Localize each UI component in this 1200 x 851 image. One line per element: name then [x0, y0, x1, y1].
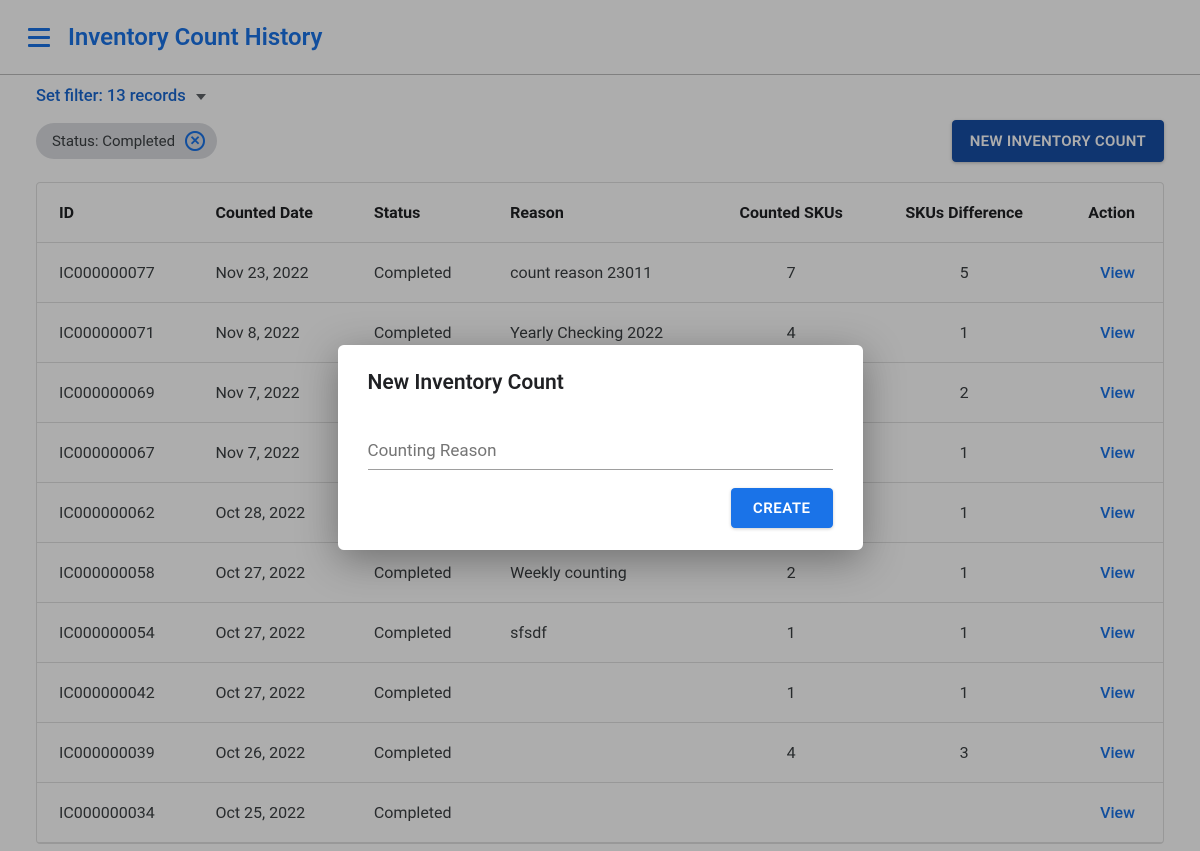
dialog-title: New Inventory Count	[368, 371, 833, 395]
modal-overlay[interactable]: New Inventory Count CREATE	[0, 0, 1200, 851]
create-button[interactable]: CREATE	[731, 488, 833, 528]
counting-reason-input[interactable]	[368, 435, 833, 470]
new-inventory-count-dialog: New Inventory Count CREATE	[338, 345, 863, 550]
